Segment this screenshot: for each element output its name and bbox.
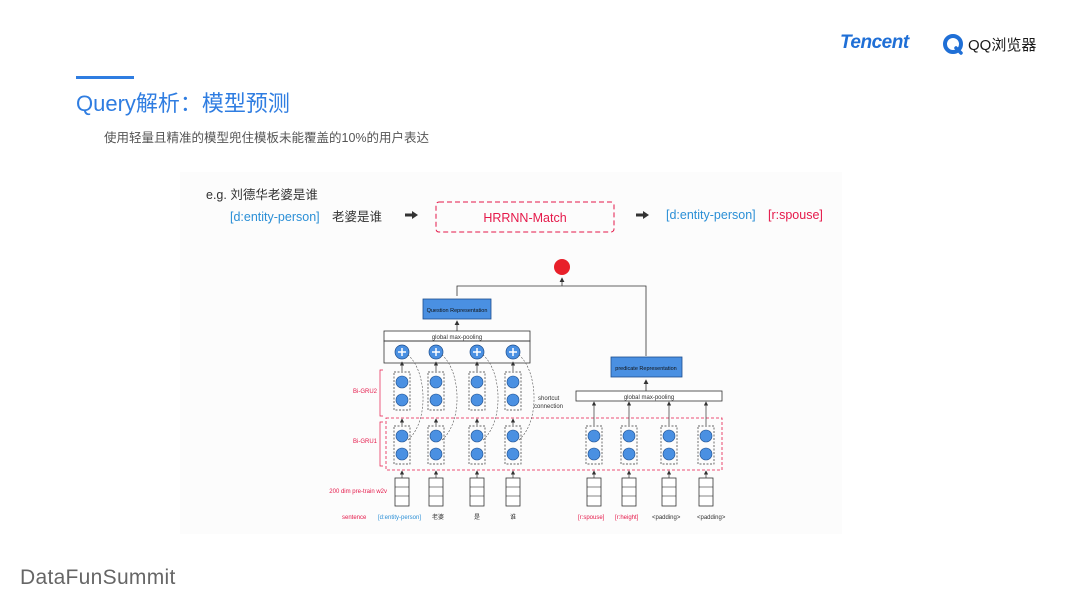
bigru-predicate-cell-node: [699, 429, 713, 443]
token-laopo: 老婆: [432, 513, 444, 521]
bigru2-cell-node: [506, 375, 520, 389]
bigru2-label: Bi-GRU2: [353, 389, 378, 395]
bigru-predicate-cell-node: [587, 429, 601, 443]
bigru2-cell-node: [429, 393, 443, 407]
bigru2-cell-node: [395, 375, 409, 389]
bigru1-label: Bi-GRU1: [353, 439, 378, 445]
bigru-predicate-cell-node: [622, 429, 636, 443]
example-input-entity: [d:entity-person]: [230, 210, 320, 224]
example-output-relation: [r:spouse]: [768, 208, 823, 222]
w2v-vector-predicate: [621, 477, 637, 507]
bigru2-cell-node: [395, 393, 409, 407]
bigru-predicate-cell-node: [622, 447, 636, 461]
token-padding-1: <padding>: [652, 515, 681, 521]
token-spouse: [r:spouse]: [578, 515, 605, 521]
token-entity: [d:entity-person]: [378, 515, 421, 521]
bigru-predicate-cell-node: [587, 447, 601, 461]
token-shui: 谁: [510, 513, 516, 521]
w2v-vector-predicate: [586, 477, 602, 507]
token-shi: 是: [474, 514, 480, 521]
pooling-left-label: global max-pooling: [432, 335, 482, 341]
bigru2-cell-node: [506, 393, 520, 407]
token-sentence: sentence: [342, 515, 367, 521]
bigru1-cell-node: [395, 447, 409, 461]
bigru2-cell-node: [470, 393, 484, 407]
shortcut-label-2: connection: [534, 404, 563, 410]
token-height: [r:height]: [615, 515, 639, 521]
bigru-predicate-cell-node: [662, 429, 676, 443]
w2v-vector: [394, 477, 410, 507]
predicate-representation-label: predicate Representation: [615, 366, 676, 372]
token-padding-2: <padding>: [697, 515, 726, 521]
bigru2-cell-node: [429, 375, 443, 389]
bigru1-cell-node: [429, 429, 443, 443]
bigru1-cell-node: [395, 429, 409, 443]
bigru1-cell-node: [429, 447, 443, 461]
w2v-vector: [505, 477, 521, 507]
bigru-predicate-cell-node: [662, 447, 676, 461]
w2v-vector-predicate: [698, 477, 714, 507]
model-diagram: e.g. 刘德华老婆是谁 [d:entity-person] 老婆是谁 HRRN…: [180, 172, 842, 534]
bigru-predicate-cell-node: [699, 447, 713, 461]
w2v-vector: [469, 477, 485, 507]
question-representation-label: Question Representation: [427, 308, 488, 314]
bigru1-cell-node: [470, 447, 484, 461]
bigru1-cell-node: [506, 429, 520, 443]
shortcut-label-1: shortcut: [538, 396, 560, 402]
output-node: [554, 259, 570, 275]
example-input-text: 老婆是谁: [332, 210, 382, 224]
pooling-right-label: global max-pooling: [624, 395, 674, 401]
w2v-vector-predicate: [661, 477, 677, 507]
example-output-entity: [d:entity-person]: [666, 208, 756, 222]
bigru1-cell-node: [470, 429, 484, 443]
w2v-vector: [428, 477, 444, 507]
example-query: e.g. 刘德华老婆是谁: [206, 187, 318, 202]
model-name: HRRNN-Match: [483, 211, 566, 225]
footer-brand: DataFunSummit: [20, 566, 176, 589]
w2v-label: 200 dim pre-train w2v: [329, 489, 387, 495]
bigru1-cell-node: [506, 447, 520, 461]
bigru2-cell-node: [470, 375, 484, 389]
